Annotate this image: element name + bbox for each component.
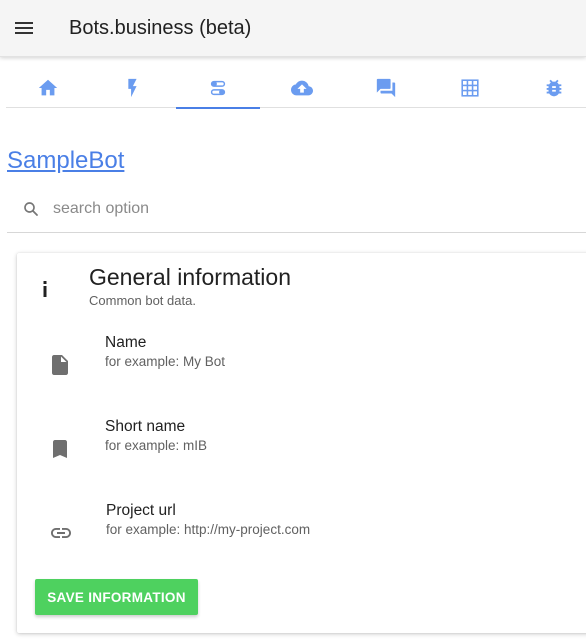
chat-icon (376, 78, 396, 98)
card-subtitle: Common bot data. (89, 293, 196, 308)
tab-grid[interactable] (428, 66, 512, 108)
search-bar (7, 190, 586, 233)
home-icon (38, 79, 58, 96)
cloud-upload-icon (291, 80, 313, 96)
card-title: General information (89, 264, 291, 290)
hamburger-menu-icon (15, 22, 33, 34)
short-name-field[interactable]: Short name for example: mIB (17, 415, 577, 475)
project-url-field-hint: for example: http://my-project.com (106, 522, 311, 537)
flash-icon (128, 78, 137, 98)
save-information-button[interactable]: SAVE INFORMATION (35, 579, 198, 615)
file-icon (52, 355, 68, 375)
tab-chat[interactable] (344, 66, 428, 108)
tab-debug[interactable] (512, 66, 586, 108)
info-icon (43, 281, 47, 297)
short-name-field-hint: for example: mIB (105, 438, 208, 453)
search-input[interactable] (53, 197, 553, 221)
app-bar: Bots.business (beta) (0, 0, 586, 57)
tab-bar (6, 66, 586, 109)
bookmark-icon (53, 440, 67, 458)
tab-settings[interactable] (176, 66, 260, 109)
name-field[interactable]: Name for example: My Bot (17, 331, 577, 391)
project-url-field-label: Project url (106, 502, 176, 519)
menu-button[interactable] (12, 16, 36, 40)
search-icon (24, 202, 38, 216)
bot-name-link[interactable]: SampleBot (7, 146, 124, 176)
toggles-icon (210, 80, 226, 96)
tab-commands[interactable] (90, 66, 174, 108)
app-title: Bots.business (beta) (69, 17, 252, 39)
bug-icon (546, 79, 562, 97)
short-name-field-label: Short name (105, 418, 186, 435)
project-url-field[interactable]: Project url for example: http://my-proje… (17, 499, 577, 559)
general-information-card: General information Common bot data. Nam… (17, 253, 586, 633)
tab-home[interactable] (6, 66, 90, 108)
grid-icon (461, 79, 479, 97)
link-icon (51, 528, 71, 538)
tab-upload[interactable] (260, 66, 344, 108)
name-field-hint: for example: My Bot (105, 354, 226, 369)
name-field-label: Name (105, 334, 147, 351)
